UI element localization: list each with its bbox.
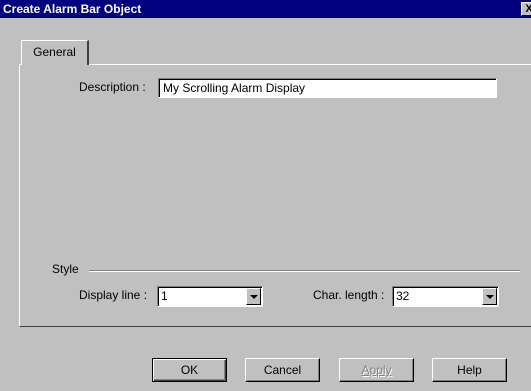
description-input[interactable]: My Scrolling Alarm Display <box>158 78 497 98</box>
ok-button-label: OK <box>180 363 199 377</box>
apply-button[interactable]: Apply <box>339 358 414 382</box>
ok-button[interactable]: OK <box>152 358 227 382</box>
cancel-button-label: Cancel <box>263 363 302 377</box>
style-group-divider <box>89 270 520 272</box>
tab-general[interactable]: General <box>21 40 89 65</box>
display-line-label: Display line : <box>79 288 148 302</box>
title-bar: Create Alarm Bar Object X <box>0 0 531 18</box>
chevron-down-icon <box>486 295 494 299</box>
close-button[interactable]: X <box>521 2 531 16</box>
cancel-button[interactable]: Cancel <box>245 358 320 382</box>
window-title: Create Alarm Bar Object <box>3 2 142 16</box>
display-line-select[interactable]: 1 <box>157 286 263 307</box>
display-line-value: 1 <box>161 289 168 303</box>
help-button-label: Help <box>457 363 482 377</box>
char-length-select[interactable]: 32 <box>392 286 499 307</box>
char-length-label: Char. length : <box>313 288 385 302</box>
close-icon: X <box>525 3 531 15</box>
char-length-dropdown-button[interactable] <box>482 288 497 305</box>
char-length-value: 32 <box>396 289 410 303</box>
description-label: Description : <box>79 80 146 94</box>
style-group-label: Style <box>52 262 79 276</box>
tab-general-label: General <box>33 45 76 59</box>
display-line-dropdown-button[interactable] <box>246 288 261 305</box>
help-button[interactable]: Help <box>432 358 507 382</box>
apply-button-label: Apply <box>361 363 392 377</box>
chevron-down-icon <box>250 295 258 299</box>
